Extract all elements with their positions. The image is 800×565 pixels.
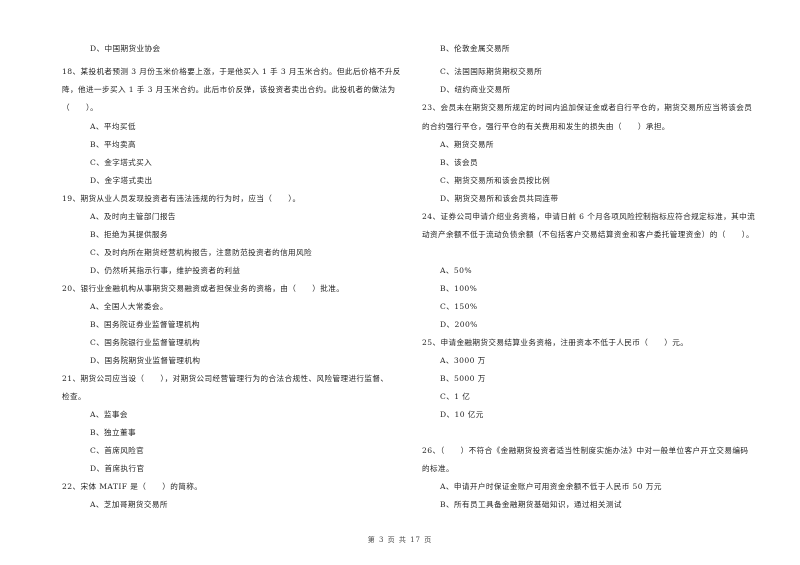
q18-option-b: B、平均卖高 [90,140,136,149]
q26-option-b: B、所有员工具备金融期货基础知识，通过相关测试 [440,500,622,509]
q26-stem-line2: 的标准。 [422,464,454,473]
q23-option-a: A、期货交易所 [440,140,494,149]
q21-option-c: C、首席风险官 [90,446,145,455]
q19-option-a: A、及时向主管部门报告 [90,212,176,221]
q18-option-a: A、平均买低 [90,122,136,131]
q23-option-b: B、该会员 [440,158,478,167]
q19-option-c: C、及时向所在期货经营机构报告，注意防范投资者的信用风险 [90,248,313,257]
q26-option-a: A、申请开户时保证金账户可用资金余额不低于人民币 50 万元 [440,482,662,491]
q18-option-c: C、金字塔式买入 [90,158,153,167]
q18-stem-line1: 18、某投机者预测 3 月份玉米价格要上涨，于是他买入 1 手 3 月玉米合约。… [62,67,401,76]
q24-option-b: B、100% [440,284,478,293]
q24-option-d: D、200% [440,320,478,329]
q19-stem-line1: 19、期货从业人员发现投资者有违法违规的行为时，应当（ ）。 [62,194,301,203]
q20-option-a: A、全国人大常委会。 [90,302,168,311]
q20-stem-line1: 20、银行业金融机构从事期货交易融资或者担保业务的资格，由（ ）批准。 [62,284,345,293]
page-footer: 第 3 页 共 17 页 [367,536,433,544]
q21-option-a: A、监事会 [90,410,128,419]
q22-option-a: A、芝加哥期货交易所 [90,500,168,509]
q24-stem-line1: 24、证券公司申请介绍业务资格，申请日前 6 个月各项风险控制指标应符合规定标准… [422,212,756,221]
q25-option-b: B、5000 万 [440,374,486,383]
q21-stem-line1: 21、期货公司应当设（ ），对期货公司经营管理行为的合法合规性、风险管理进行监督… [62,374,389,383]
q22-option-b: B、伦敦金属交易所 [440,44,510,53]
q22-option-c: C、法国国际期货期权交易所 [440,67,543,76]
q25-stem-line1: 25、申请金融期货交易结算业务资格，注册资本不低于人民币（ ）元。 [422,338,689,347]
q20-option-d: D、国务院期货业监督管理机构 [90,356,201,365]
q24-option-a: A、50% [440,266,472,275]
q17-option-d: D、中国期货业协会 [90,44,161,53]
q25-option-a: A、3000 万 [440,356,486,365]
q21-stem-line2: 检查。 [62,392,86,401]
q18-option-d: D、金字塔式卖出 [90,176,153,185]
q21-option-b: B、独立董事 [90,428,136,437]
q26-stem-line1: 26、（ ）不符合《金融期货投资者适当性制度实施办法》中对一般单位客户开立交易编… [422,446,749,455]
q19-option-d: D、仍然听其指示行事，维护投资者的利益 [90,266,241,275]
q21-option-d: D、首席执行官 [90,464,145,473]
q23-stem-line1: 23、会员未在期货交易所规定的时间内追加保证金或者自行平仓的，期货交易所应当将该… [422,103,753,112]
q23-option-d: D、期货交易所和该会员共同连带 [440,194,559,203]
q22-option-d: D、纽约商业交易所 [440,85,511,94]
q25-option-d: D、10 亿元 [440,410,484,419]
q24-option-c: C、150% [440,302,478,311]
q19-option-b: B、拒绝为其提供服务 [90,230,168,239]
q20-option-c: C、国务院银行业监督管理机构 [90,338,201,347]
q23-stem-line2: 的合约强行平仓，强行平仓的有关费用和发生的损失由（ ）承担。 [422,122,670,131]
q24-stem-line2: 动资产余额不低于流动负债余额（不包括客户交易结算资金和客户委托管理资金）的（ ）… [422,230,754,239]
q20-option-b: B、国务院证券业监督管理机构 [90,320,200,329]
q25-option-c: C、1 亿 [440,392,471,401]
q22-stem-line1: 22、宋体 MATIF 是（ ）的简称。 [62,482,203,491]
q18-stem-line3: （ ）。 [62,103,99,112]
q23-option-c: C、期货交易所和该会员按比例 [440,176,551,185]
q18-stem-line2: 降，他进一步买入 1 手 3 月玉米合约。此后市价反弹，该投资者卖出合约。此投机… [62,85,396,94]
